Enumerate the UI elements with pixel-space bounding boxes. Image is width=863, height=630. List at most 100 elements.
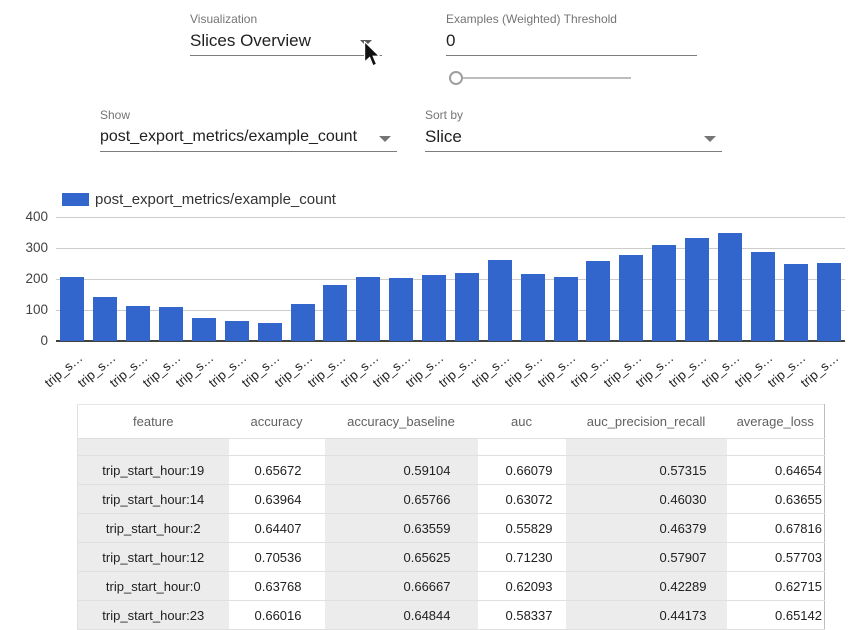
table-cell: 0.44173 — [566, 601, 727, 630]
table-cell: 0.65625 — [325, 543, 478, 572]
bar[interactable] — [422, 275, 446, 341]
table-cell: 0.62093 — [478, 572, 566, 601]
table-cell: 0.65672 — [229, 456, 325, 485]
bar[interactable] — [817, 263, 841, 341]
table-row: trip_start_hour:190.656720.591040.660790… — [78, 456, 825, 485]
table-row: trip_start_hour:140.639640.657660.630720… — [78, 485, 825, 514]
column-header-feature: feature — [78, 405, 229, 439]
bar[interactable] — [356, 277, 380, 341]
bar[interactable] — [291, 304, 315, 341]
legend-swatch — [62, 193, 89, 206]
bar[interactable] — [93, 297, 117, 341]
column-header-average_loss: average_loss — [727, 405, 825, 439]
bar[interactable] — [784, 264, 808, 341]
threshold-label: Examples (Weighted) Threshold — [446, 12, 697, 26]
table-cell: trip_start_hour:12 — [78, 543, 229, 572]
bar[interactable] — [751, 252, 775, 341]
chevron-down-icon[interactable] — [379, 136, 391, 142]
threshold-field[interactable]: Examples (Weighted) Threshold — [446, 12, 697, 56]
table-cell: trip_start_hour:23 — [78, 601, 229, 630]
sort-by-select[interactable]: Sort by Slice — [425, 108, 722, 152]
bar[interactable] — [323, 285, 347, 341]
table-cell: 0.67816 — [727, 514, 825, 543]
bar[interactable] — [126, 306, 150, 341]
table-cell: 0.65766 — [325, 485, 478, 514]
table-cell: 0.63072 — [478, 485, 566, 514]
table-cell: 0.64407 — [229, 514, 325, 543]
metrics-table: featureaccuracyaccuracy_baselineaucauc_p… — [77, 404, 825, 630]
table-cell: 0.63964 — [229, 485, 325, 514]
table-cell: 0.64844 — [325, 601, 478, 630]
table-row: trip_start_hour:20.644070.635590.55829 0.… — [78, 514, 825, 543]
table-cell: trip_start_hour:2 — [78, 514, 229, 543]
table-cell: 0.62715 — [727, 572, 825, 601]
column-header-auc: auc — [478, 405, 566, 439]
table-cell: 0.55829 — [478, 514, 566, 543]
threshold-slider[interactable] — [449, 70, 631, 86]
y-tick-label: 300 — [0, 240, 48, 256]
chevron-down-icon[interactable] — [704, 136, 716, 142]
table-cell: 0.63768 — [229, 572, 325, 601]
slider-track[interactable] — [463, 77, 631, 79]
table-cell: 0.65142 — [727, 601, 825, 630]
bar[interactable] — [60, 277, 84, 341]
bar[interactable] — [554, 277, 578, 341]
bar[interactable] — [652, 245, 676, 341]
table-row: trip_start_hour:120.705360.656250.712300… — [78, 543, 825, 572]
bar[interactable] — [455, 273, 479, 341]
bar[interactable] — [225, 321, 249, 341]
column-header-accuracy: accuracy — [229, 405, 325, 439]
bar[interactable] — [488, 260, 512, 341]
column-header-accuracy_baseline: accuracy_baseline — [325, 405, 478, 439]
table-cell: 0.63655 — [727, 485, 825, 514]
table-cell: 0.57907 — [566, 543, 727, 572]
table-row: trip_start_hour:230.660160.648440.583370… — [78, 601, 825, 630]
table-cell: 0.64654 — [727, 456, 825, 485]
bar[interactable] — [192, 318, 216, 341]
table-cell: 0.66667 — [325, 572, 478, 601]
table-cell: 0.58337 — [478, 601, 566, 630]
filter-cell[interactable] — [566, 439, 727, 456]
slider-thumb[interactable] — [449, 71, 463, 85]
legend-label: post_export_metrics/example_count — [95, 191, 336, 208]
bar[interactable] — [586, 261, 610, 341]
visualization-select[interactable]: Visualization Slices Overview — [190, 12, 382, 56]
table-cell: 0.42289 — [566, 572, 727, 601]
table-cell: 0.46030 — [566, 485, 727, 514]
visualization-value: Slices Overview — [190, 30, 382, 52]
threshold-input[interactable] — [446, 30, 697, 52]
visualization-label: Visualization — [190, 12, 382, 26]
table-cell: 0.59104 — [325, 456, 478, 485]
filter-cell[interactable] — [478, 439, 566, 456]
sort-by-label: Sort by — [425, 108, 722, 122]
table-cell: 0.66016 — [229, 601, 325, 630]
filter-cell[interactable] — [325, 439, 478, 456]
bar[interactable] — [521, 274, 545, 341]
y-tick-label: 0 — [0, 333, 48, 349]
table-header-row: featureaccuracyaccuracy_baselineaucauc_p… — [78, 405, 825, 439]
sort-by-value: Slice — [425, 126, 722, 148]
bar[interactable] — [619, 255, 643, 341]
show-label: Show — [100, 108, 397, 122]
filter-cell[interactable] — [727, 439, 825, 456]
mouse-cursor-icon — [362, 41, 382, 67]
column-header-auc_precision_recall: auc_precision_recall — [566, 405, 727, 439]
table-row: trip_start_hour:00.637680.666670.620930.… — [78, 572, 825, 601]
plot-area — [56, 217, 845, 341]
bar[interactable] — [389, 278, 413, 341]
show-select[interactable]: Show post_export_metrics/example_count — [100, 108, 397, 152]
bar[interactable] — [159, 307, 183, 341]
bar[interactable] — [258, 323, 282, 341]
table-cell: 0.66079 — [478, 456, 566, 485]
table-cell: 0.63559 — [325, 514, 478, 543]
bar[interactable] — [718, 233, 742, 342]
slices-overview-page: { "controls": { "visualization": { "labe… — [0, 0, 863, 626]
filter-cell[interactable] — [229, 439, 325, 456]
table-cell: 0.57315 — [566, 456, 727, 485]
table-cell: 0.57703 — [727, 543, 825, 572]
show-value: post_export_metrics/example_count — [100, 126, 397, 148]
table-cell: trip_start_hour:0 — [78, 572, 229, 601]
bar[interactable] — [685, 238, 709, 341]
table-cell: 0.70536 — [229, 543, 325, 572]
filter-cell[interactable] — [78, 439, 229, 456]
